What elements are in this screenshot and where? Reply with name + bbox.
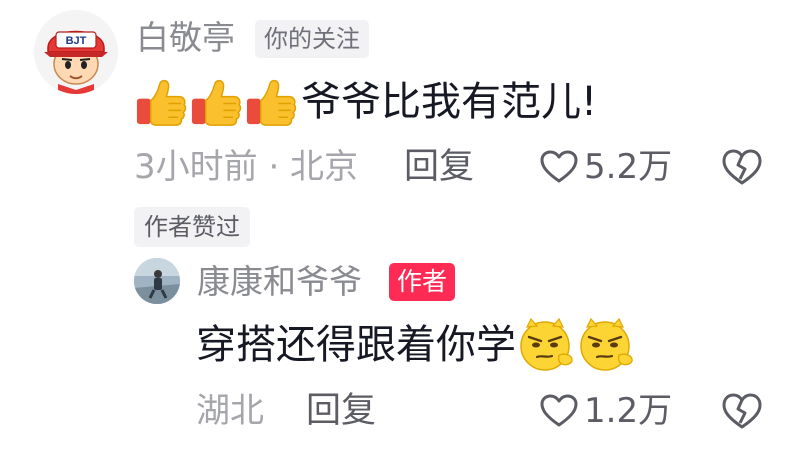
avatar-text: BJT: [66, 35, 87, 47]
comment-text: 爷爷比我有范儿!: [301, 79, 598, 125]
comment-meta: 3小时前 · 北京: [134, 147, 359, 187]
heart-icon: [540, 394, 578, 427]
smirk-cat-face-icon: [519, 317, 574, 372]
user-avatar[interactable]: BJT: [34, 10, 118, 94]
reply-like-count: 1.2万: [584, 391, 673, 431]
heart-icon: [540, 150, 578, 183]
like-button[interactable]: 5.2万: [540, 142, 672, 192]
smirk-cat-face-icon: [579, 317, 634, 372]
reply-like-button[interactable]: 1.2万: [540, 386, 672, 436]
broken-heart-icon[interactable]: [720, 145, 764, 189]
username[interactable]: 白敬亭: [136, 14, 235, 62]
broken-heart-icon[interactable]: [720, 389, 764, 433]
author-liked-tag: 作者赞过: [134, 207, 250, 247]
reply-reply-button[interactable]: 回复: [306, 386, 376, 436]
reply-content: 穿搭还得跟着你学: [196, 315, 636, 375]
reply-username[interactable]: 康康和爷爷: [197, 258, 362, 306]
author-tag: 作者: [389, 263, 456, 301]
reply-text: 穿搭还得跟着你学: [196, 322, 516, 368]
thumbs-up-icon: [246, 79, 297, 126]
thumbs-up-icon: [136, 79, 187, 126]
like-count: 5.2万: [584, 147, 673, 187]
photo-avatar-icon: [134, 258, 180, 304]
cartoon-avatar-icon: BJT: [34, 10, 118, 94]
follow-tag: 你的关注: [255, 20, 369, 58]
reply-button[interactable]: 回复: [404, 142, 474, 192]
reply-location: 湖北: [196, 391, 264, 431]
thumbs-up-icon: [191, 79, 242, 126]
comment-content: 爷爷比我有范儿!: [134, 72, 597, 132]
reply-avatar[interactable]: [134, 258, 180, 304]
